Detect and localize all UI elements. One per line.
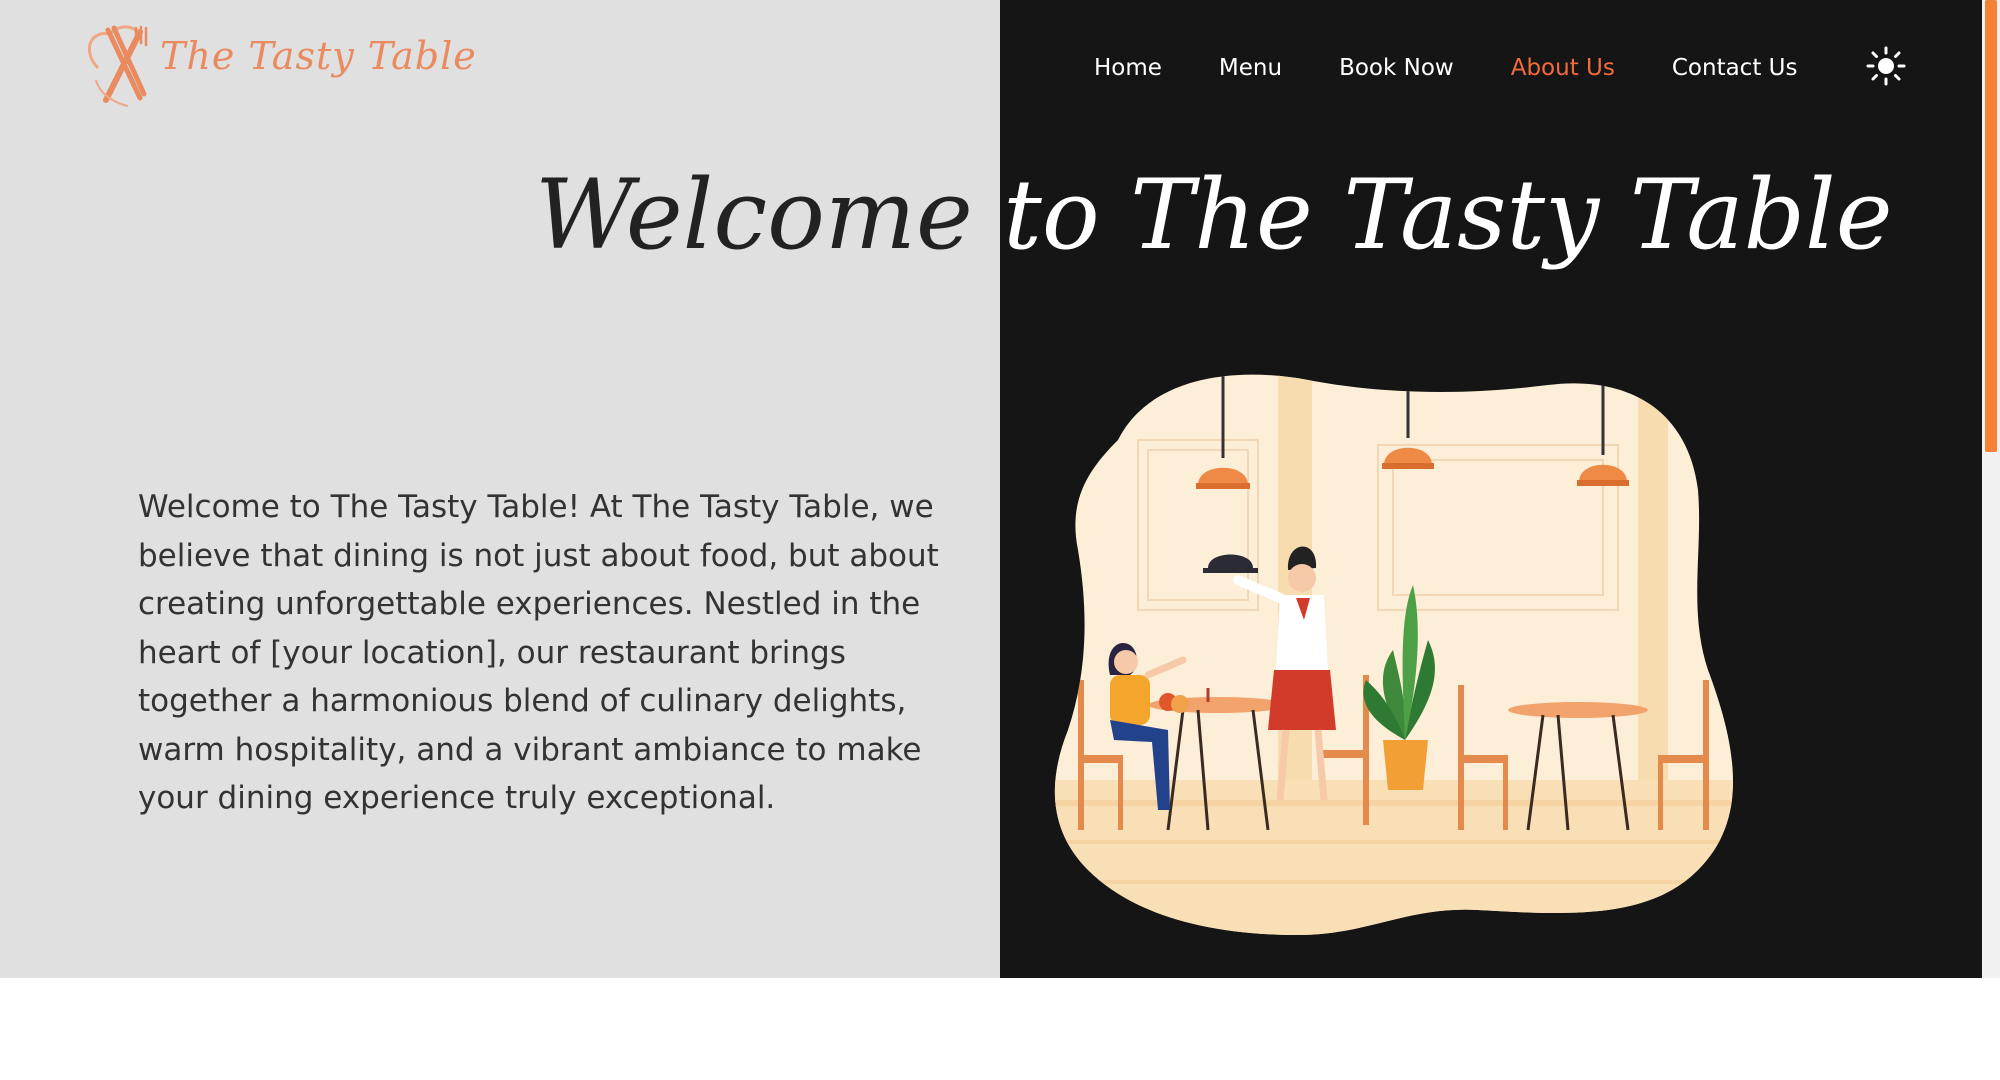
brand-logo-text: The Tasty Table <box>160 34 477 78</box>
cutlery-heart-icon <box>88 25 148 107</box>
sun-icon <box>1866 46 1906 86</box>
brand-logo[interactable]: The Tasty Table <box>78 18 476 110</box>
nav-link-about-us[interactable]: About Us <box>1511 55 1615 81</box>
nav-link-book-now[interactable]: Book Now <box>1339 55 1454 81</box>
hero-title: Welcome to The Tasty Table <box>535 159 1000 271</box>
page-scrollbar[interactable] <box>1982 0 2000 978</box>
scrollbar-thumb[interactable] <box>1985 0 1997 452</box>
nav-link-contact-us[interactable]: Contact Us <box>1672 55 1798 81</box>
hero-title-dark-part: Welcome to The Tasty Table <box>1000 140 1982 310</box>
restaurant-illustration <box>1054 374 1733 936</box>
page-viewport: The Tasty Table Home Menu Book Now About… <box>0 0 1982 978</box>
theme-toggle-button[interactable] <box>1866 46 1906 86</box>
nav-link-home[interactable]: Home <box>1094 55 1162 81</box>
hero-title-light-part: Welcome to The Tasty Table <box>0 140 1000 310</box>
hero-title-overlay: Welcome to The Tasty Table <box>1000 159 1893 271</box>
about-paragraph: Welcome to The Tasty Table! At The Tasty… <box>138 489 939 816</box>
main-nav: Home Menu Book Now About Us Contact Us <box>1094 48 1854 88</box>
nav-link-menu[interactable]: Menu <box>1219 55 1282 81</box>
